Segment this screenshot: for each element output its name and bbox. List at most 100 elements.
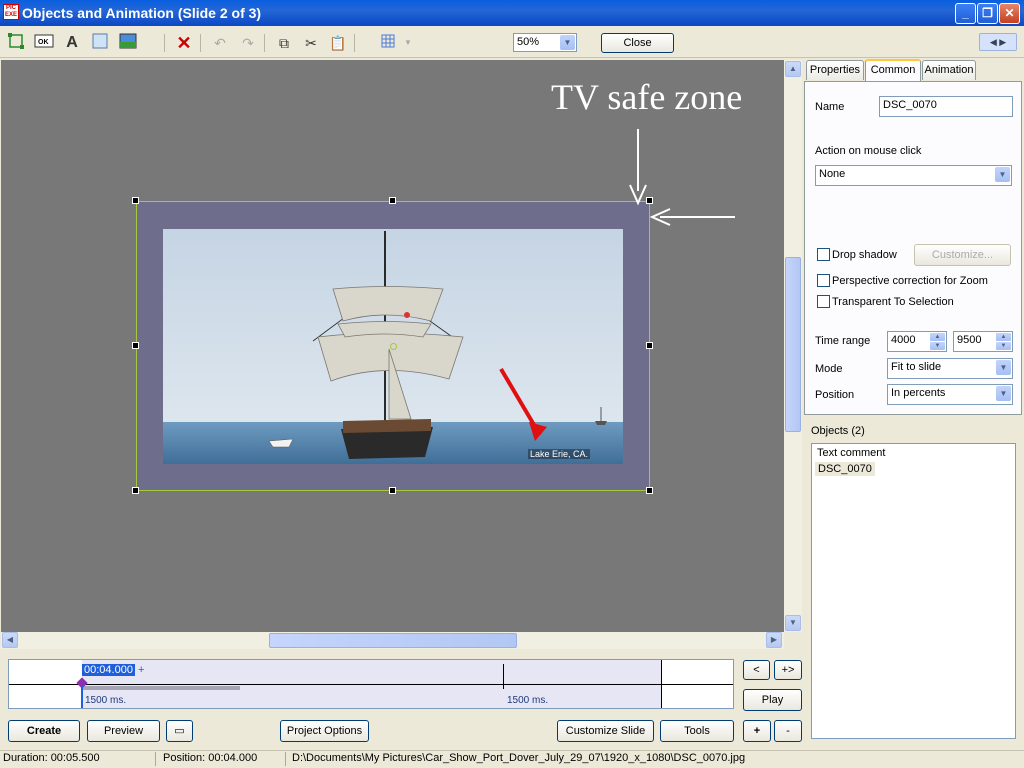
slide-nav-arrows[interactable]: ◀ ▶ — [979, 33, 1017, 51]
list-item[interactable]: Text comment — [817, 447, 885, 459]
mode-value: Fit to slide — [891, 361, 942, 373]
cut-icon[interactable]: ✂ — [301, 33, 321, 53]
name-field[interactable]: DSC_0070 — [879, 96, 1013, 117]
timeline-end-marker — [661, 660, 662, 708]
chevron-down-icon: ▼ — [996, 360, 1011, 375]
zoom-value: 50% — [517, 36, 540, 48]
add-rectangle-icon[interactable] — [6, 33, 26, 53]
copy-icon[interactable]: ⧉ — [274, 33, 294, 53]
objects-list[interactable]: Text comment DSC_0070 — [811, 443, 1016, 739]
transition-duration: 1500 ms. — [507, 695, 549, 706]
tab-animation[interactable]: Animation — [922, 60, 976, 80]
close-button[interactable]: Close — [601, 33, 674, 53]
spinner-icon[interactable]: ▲ ▼ — [930, 333, 945, 350]
timeline-axis — [9, 684, 733, 685]
status-position: Position: 00:04.000 — [163, 752, 258, 764]
action-value: None — [819, 168, 846, 180]
action-select[interactable]: None ▼ — [815, 165, 1012, 186]
toolbar-separator — [200, 34, 201, 52]
add-text-icon[interactable]: A — [62, 33, 82, 53]
drop-shadow-label: Drop shadow — [832, 249, 897, 261]
center-handle[interactable] — [390, 343, 397, 350]
resize-handle-w[interactable] — [132, 342, 139, 349]
play-button[interactable]: Play — [743, 689, 802, 711]
playhead-line — [81, 685, 83, 708]
status-divider — [285, 752, 286, 766]
spinner-icon[interactable]: ▲ ▼ — [996, 333, 1011, 350]
chevron-down-icon: ▼ — [560, 35, 575, 50]
chevron-down-icon: ▼ — [995, 167, 1010, 182]
resize-handle-e[interactable] — [646, 342, 653, 349]
scroll-down-icon[interactable]: ▼ — [785, 615, 801, 631]
preview-button[interactable]: Preview — [87, 720, 160, 742]
horizontal-scroll-thumb[interactable] — [269, 633, 517, 648]
current-time[interactable]: 00:04.000 — [82, 664, 135, 676]
scroll-left-icon[interactable]: ◀ — [2, 632, 18, 648]
name-label: Name — [815, 101, 845, 113]
title-bar[interactable]: PIC EXE Objects and Animation (Slide 2 o… — [0, 0, 1024, 26]
add-object-button[interactable]: + — [743, 720, 771, 742]
undo-icon[interactable]: ↶ — [210, 33, 230, 53]
grid-dropdown-icon[interactable]: ▼ — [398, 33, 418, 53]
project-options-button[interactable]: Project Options — [280, 720, 369, 742]
status-divider — [155, 752, 156, 766]
annotation-arrows — [629, 129, 735, 226]
time-end-field[interactable]: 9500 ▲ ▼ — [953, 331, 1013, 352]
resize-handle-nw[interactable] — [132, 197, 139, 204]
toolbar-separator — [164, 34, 165, 52]
resize-handle-s[interactable] — [389, 487, 396, 494]
position-label: Position — [815, 389, 855, 401]
redo-icon[interactable]: ↷ — [238, 33, 258, 53]
vertical-scrollbar[interactable]: ▲ ▼ — [784, 60, 802, 632]
time-end-value: 9500 — [957, 334, 982, 346]
photo-caption: Lake Erie, CA. — [528, 449, 591, 459]
transition-duration: 1500 ms. — [85, 695, 127, 706]
action-label: Action on mouse click — [815, 145, 922, 157]
time-start-value: 4000 — [891, 334, 916, 346]
restore-icon[interactable]: ❐ — [977, 3, 998, 24]
time-start-field[interactable]: 4000 ▲ ▼ — [887, 331, 947, 352]
minimize-icon[interactable]: _ — [955, 3, 976, 24]
app-icon: PIC EXE — [3, 4, 19, 20]
grid-icon[interactable] — [378, 33, 398, 53]
create-button[interactable]: Create — [8, 720, 80, 742]
close-window-icon[interactable]: ✕ — [999, 3, 1020, 24]
delete-icon[interactable]: ✕ — [174, 33, 194, 53]
prev-slide-button[interactable]: < — [743, 660, 770, 680]
add-frame-icon[interactable] — [90, 33, 110, 53]
screen-icon[interactable]: ▭ — [166, 720, 193, 742]
chevron-down-icon: ▼ — [996, 386, 1011, 401]
list-item[interactable]: DSC_0070 — [815, 462, 875, 476]
horizontal-scrollbar[interactable]: ◀ ▶ — [1, 632, 784, 649]
add-keyframe-plus[interactable]: + — [138, 664, 144, 676]
mode-select[interactable]: Fit to slide ▼ — [887, 358, 1013, 379]
resize-handle-sw[interactable] — [132, 487, 139, 494]
timeline[interactable]: 00:04.000 + 1500 ms. 1500 ms. — [8, 659, 734, 709]
add-button-object-icon[interactable]: OK — [34, 33, 54, 53]
tab-properties[interactable]: Properties — [806, 60, 864, 80]
perspective-label: Perspective correction for Zoom — [832, 275, 988, 287]
keyframe-marker[interactable] — [503, 664, 504, 689]
perspective-checkbox[interactable] — [817, 274, 830, 287]
next-slide-button[interactable]: +> — [774, 660, 802, 680]
vertical-scroll-thumb[interactable] — [785, 257, 801, 432]
drop-shadow-checkbox[interactable] — [817, 248, 830, 261]
zoom-select[interactable]: 50% ▼ — [513, 33, 577, 52]
svg-text:OK: OK — [38, 39, 49, 46]
position-select[interactable]: In percents ▼ — [887, 384, 1013, 405]
scroll-right-icon[interactable]: ▶ — [766, 632, 782, 648]
mode-label: Mode — [815, 363, 843, 375]
customize-shadow-button[interactable]: Customize... — [914, 244, 1011, 266]
tab-common[interactable]: Common — [865, 59, 921, 81]
transparent-label: Transparent To Selection — [832, 296, 954, 308]
resize-handle-n[interactable] — [389, 197, 396, 204]
scroll-up-icon[interactable]: ▲ — [785, 61, 801, 77]
customize-slide-button[interactable]: Customize Slide — [557, 720, 654, 742]
transparent-checkbox[interactable] — [817, 295, 830, 308]
resize-handle-se[interactable] — [646, 487, 653, 494]
toolbar: OK A ✕ ↶ ↷ ⧉ ✂ 📋 ▼ 50% ▼ — [0, 28, 1024, 58]
remove-object-button[interactable]: - — [774, 720, 802, 742]
tools-button[interactable]: Tools — [660, 720, 734, 742]
add-image-icon[interactable] — [118, 33, 138, 53]
paste-icon[interactable]: 📋 — [328, 33, 348, 53]
